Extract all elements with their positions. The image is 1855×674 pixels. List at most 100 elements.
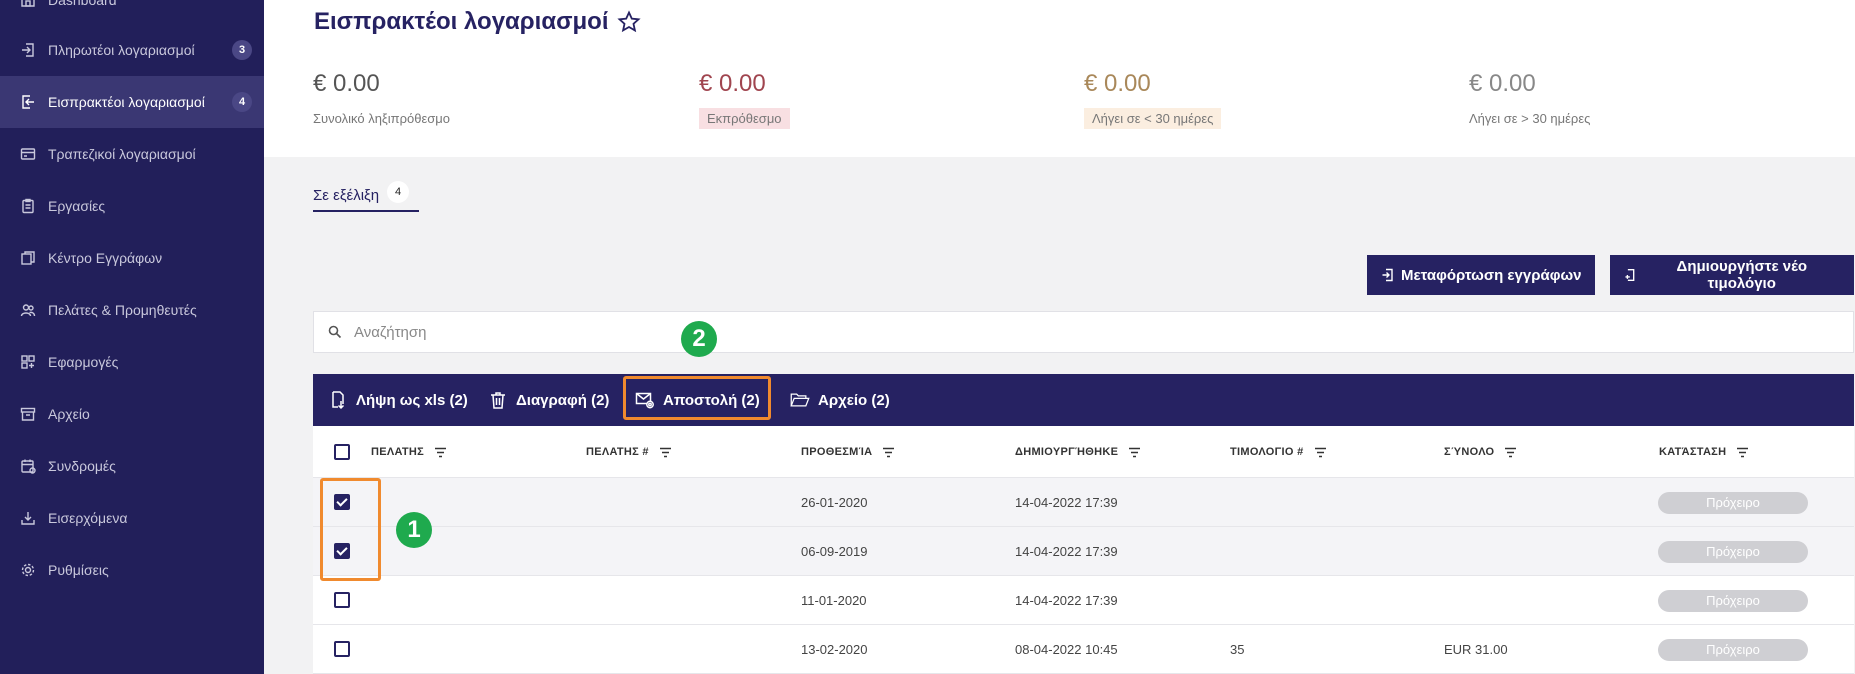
cell-total: EUR 31.00 bbox=[1444, 642, 1508, 657]
sidebar-item-archive[interactable]: Αρχείο bbox=[0, 388, 264, 440]
sidebar-item-clients-suppliers[interactable]: Πελάτες & Προμηθευτές bbox=[0, 284, 264, 336]
filter-icon[interactable] bbox=[1504, 447, 1517, 458]
create-invoice-button[interactable]: Δημιουργήστε νέο τιμολόγιο bbox=[1610, 255, 1854, 295]
delete-label: Διαγραφή (2) bbox=[516, 391, 610, 409]
kpi-label: Εκπρόθεσμο bbox=[699, 108, 790, 129]
count-badge: 4 bbox=[232, 92, 252, 112]
logout-icon bbox=[20, 94, 36, 110]
filter-icon[interactable] bbox=[1736, 447, 1749, 458]
page-title-text: Εισπρακτέοι λογαριασμοί bbox=[314, 8, 609, 35]
summary-panel: Εισπρακτέοι λογαριασμοί € 0.00 Συνολικό … bbox=[264, 0, 1855, 157]
cell-created: 14-04-2022 17:39 bbox=[1015, 495, 1118, 510]
send-label: Αποστολή (2) bbox=[663, 391, 760, 409]
column-header-status[interactable]: ΚΑΤΆΣΤΑΣΗ bbox=[1659, 426, 1749, 478]
column-header-due-date[interactable]: ΠΡΟΘΕΣΜΊΑ bbox=[801, 426, 895, 478]
users-icon bbox=[20, 302, 36, 318]
sidebar-item-inbox[interactable]: Εισερχόμενα bbox=[0, 492, 264, 544]
select-all-checkbox[interactable] bbox=[334, 444, 350, 460]
sidebar-item-receivables[interactable]: Εισπρακτέοι λογαριασμοί 4 bbox=[0, 76, 264, 128]
clipboard-icon bbox=[20, 198, 36, 214]
search-bar bbox=[313, 311, 1854, 353]
status-badge: Πρόχειρο bbox=[1658, 638, 1808, 661]
filter-icon[interactable] bbox=[1314, 447, 1327, 458]
column-header-client[interactable]: ΠΕΛΑΤΗΣ bbox=[371, 426, 447, 478]
filter-icon[interactable] bbox=[659, 447, 672, 458]
kpi-amount: € 0.00 bbox=[1084, 70, 1151, 97]
trash-icon bbox=[491, 392, 505, 409]
kpi-total-overdue: € 0.00 Συνολικό ληξιπρόθεσμο bbox=[313, 70, 450, 129]
delete-button[interactable]: Διαγραφή (2) bbox=[488, 374, 609, 426]
archive-icon bbox=[20, 406, 36, 422]
sidebar-item-label: Εφαρμογές bbox=[48, 354, 119, 370]
upload-documents-button[interactable]: Μεταφόρτωση εγγράφων bbox=[1367, 255, 1596, 295]
row-checkbox[interactable] bbox=[334, 641, 350, 657]
credit-card-icon bbox=[20, 146, 36, 162]
create-invoice-label: Δημιουργήστε νέο τιμολόγιο bbox=[1676, 258, 1808, 292]
gear-icon bbox=[20, 562, 36, 578]
kpi-label: Λήγει σε < 30 ημέρες bbox=[1084, 108, 1222, 129]
sidebar: Dashboard Πληρωτέοι λογαριασμοί 3 Εισπρα… bbox=[0, 0, 264, 674]
sidebar-item-tasks[interactable]: Εργασίες bbox=[0, 180, 264, 232]
calendar-icon bbox=[20, 458, 36, 474]
kpi-overdue: € 0.00 Εκπρόθεσμο bbox=[699, 70, 790, 129]
mail-send-icon bbox=[635, 392, 654, 409]
cell-created: 08-04-2022 10:45 bbox=[1015, 642, 1118, 657]
sidebar-item-payables[interactable]: Πληρωτέοι λογαριασμοί 3 bbox=[0, 24, 264, 76]
sidebar-item-settings[interactable]: Ρυθμίσεις bbox=[0, 544, 264, 596]
download-xls-label: Λήψη ως xls (2) bbox=[356, 391, 468, 409]
table-row[interactable]: 26-01-2020 14-04-2022 17:39 Πρόχειρο bbox=[313, 478, 1854, 527]
sidebar-item-label: Εισπρακτέοι λογαριασμοί bbox=[48, 94, 205, 110]
kpi-label: Λήγει σε > 30 ημέρες bbox=[1469, 111, 1591, 126]
cell-invoice-number: 35 bbox=[1230, 642, 1245, 657]
search-input[interactable] bbox=[354, 323, 1754, 341]
receivables-table: ΠΕΛΑΤΗΣ ΠΕΛΑΤΗΣ # ΠΡΟΘΕΣΜΊΑ ΔΗΜΙΟΥΡΓΉΘΗΚ… bbox=[313, 426, 1854, 674]
table-header: ΠΕΛΑΤΗΣ ΠΕΛΑΤΗΣ # ΠΡΟΘΕΣΜΊΑ ΔΗΜΙΟΥΡΓΉΘΗΚ… bbox=[313, 426, 1854, 478]
sidebar-item-subscriptions[interactable]: Συνδρομές bbox=[0, 440, 264, 492]
apps-icon bbox=[20, 354, 36, 370]
cell-due-date: 26-01-2020 bbox=[801, 495, 868, 510]
column-header-created[interactable]: ΔΗΜΙΟΥΡΓΉΘΗΚΕ bbox=[1015, 426, 1141, 478]
archive-button[interactable]: Αρχείο (2) bbox=[790, 374, 890, 426]
cell-created: 14-04-2022 17:39 bbox=[1015, 544, 1118, 559]
sidebar-item-label: Ρυθμίσεις bbox=[48, 562, 109, 578]
table-row[interactable]: 06-09-2019 14-04-2022 17:39 Πρόχειρο bbox=[313, 527, 1854, 576]
sidebar-item-dashboard[interactable]: Dashboard bbox=[0, 0, 264, 26]
send-button[interactable]: Αποστολή (2) bbox=[635, 374, 760, 426]
sidebar-item-document-center[interactable]: Κέντρο Εγγράφων bbox=[0, 232, 264, 284]
sidebar-item-bank-accounts[interactable]: Τραπεζικοί λογαριασμοί bbox=[0, 128, 264, 180]
column-header-client-number[interactable]: ΠΕΛΑΤΗΣ # bbox=[586, 426, 672, 478]
status-badge: Πρόχειρο bbox=[1658, 491, 1808, 514]
folder-open-icon bbox=[790, 393, 810, 407]
sidebar-item-label: Εργασίες bbox=[48, 198, 106, 214]
column-header-invoice-number[interactable]: ΤΙΜΟΛΟΓΙΟ # bbox=[1230, 426, 1327, 478]
sidebar-item-label: Πληρωτέοι λογαριασμοί bbox=[48, 42, 195, 58]
bulk-actions-toolbar: Λήψη ως xls (2) Διαγραφή (2) Αποστολή (2… bbox=[313, 374, 1854, 426]
sidebar-item-apps[interactable]: Εφαρμογές bbox=[0, 336, 264, 388]
status-badge: Πρόχειρο bbox=[1658, 540, 1808, 563]
filter-icon[interactable] bbox=[434, 447, 447, 458]
new-document-icon bbox=[1625, 268, 1635, 282]
row-checkbox[interactable] bbox=[334, 592, 350, 608]
column-header-total[interactable]: ΣΎΝΟΛΟ bbox=[1444, 426, 1517, 478]
kpi-due-over-30: € 0.00 Λήγει σε > 30 ημέρες bbox=[1469, 70, 1590, 129]
table-row[interactable]: 11-01-2020 14-04-2022 17:39 Πρόχειρο bbox=[313, 576, 1854, 625]
star-icon[interactable] bbox=[616, 10, 641, 34]
row-checkbox[interactable] bbox=[334, 494, 350, 510]
annotation-marker-2: 2 bbox=[681, 321, 717, 357]
status-badge: Πρόχειρο bbox=[1658, 589, 1808, 612]
download-xls-button[interactable]: Λήψη ως xls (2) bbox=[328, 374, 468, 426]
documents-icon bbox=[20, 250, 36, 266]
page-title: Εισπρακτέοι λογαριασμοί bbox=[314, 8, 641, 36]
home-icon bbox=[20, 0, 36, 8]
kpi-amount: € 0.00 bbox=[1469, 70, 1536, 97]
sidebar-item-label: Τραπεζικοί λογαριασμοί bbox=[48, 146, 196, 162]
filter-icon[interactable] bbox=[882, 447, 895, 458]
tab-count-badge: 4 bbox=[387, 181, 410, 203]
table-row[interactable]: 13-02-2020 08-04-2022 10:45 35 EUR 31.00… bbox=[313, 625, 1854, 674]
tab-label: Σε εξέλιξη bbox=[313, 186, 380, 204]
sidebar-item-label: Πελάτες & Προμηθευτές bbox=[48, 302, 197, 318]
inbox-download-icon bbox=[20, 510, 36, 526]
tab-in-progress[interactable]: Σε εξέλιξη 4 bbox=[313, 180, 420, 212]
filter-icon[interactable] bbox=[1128, 447, 1141, 458]
row-checkbox[interactable] bbox=[334, 543, 350, 559]
